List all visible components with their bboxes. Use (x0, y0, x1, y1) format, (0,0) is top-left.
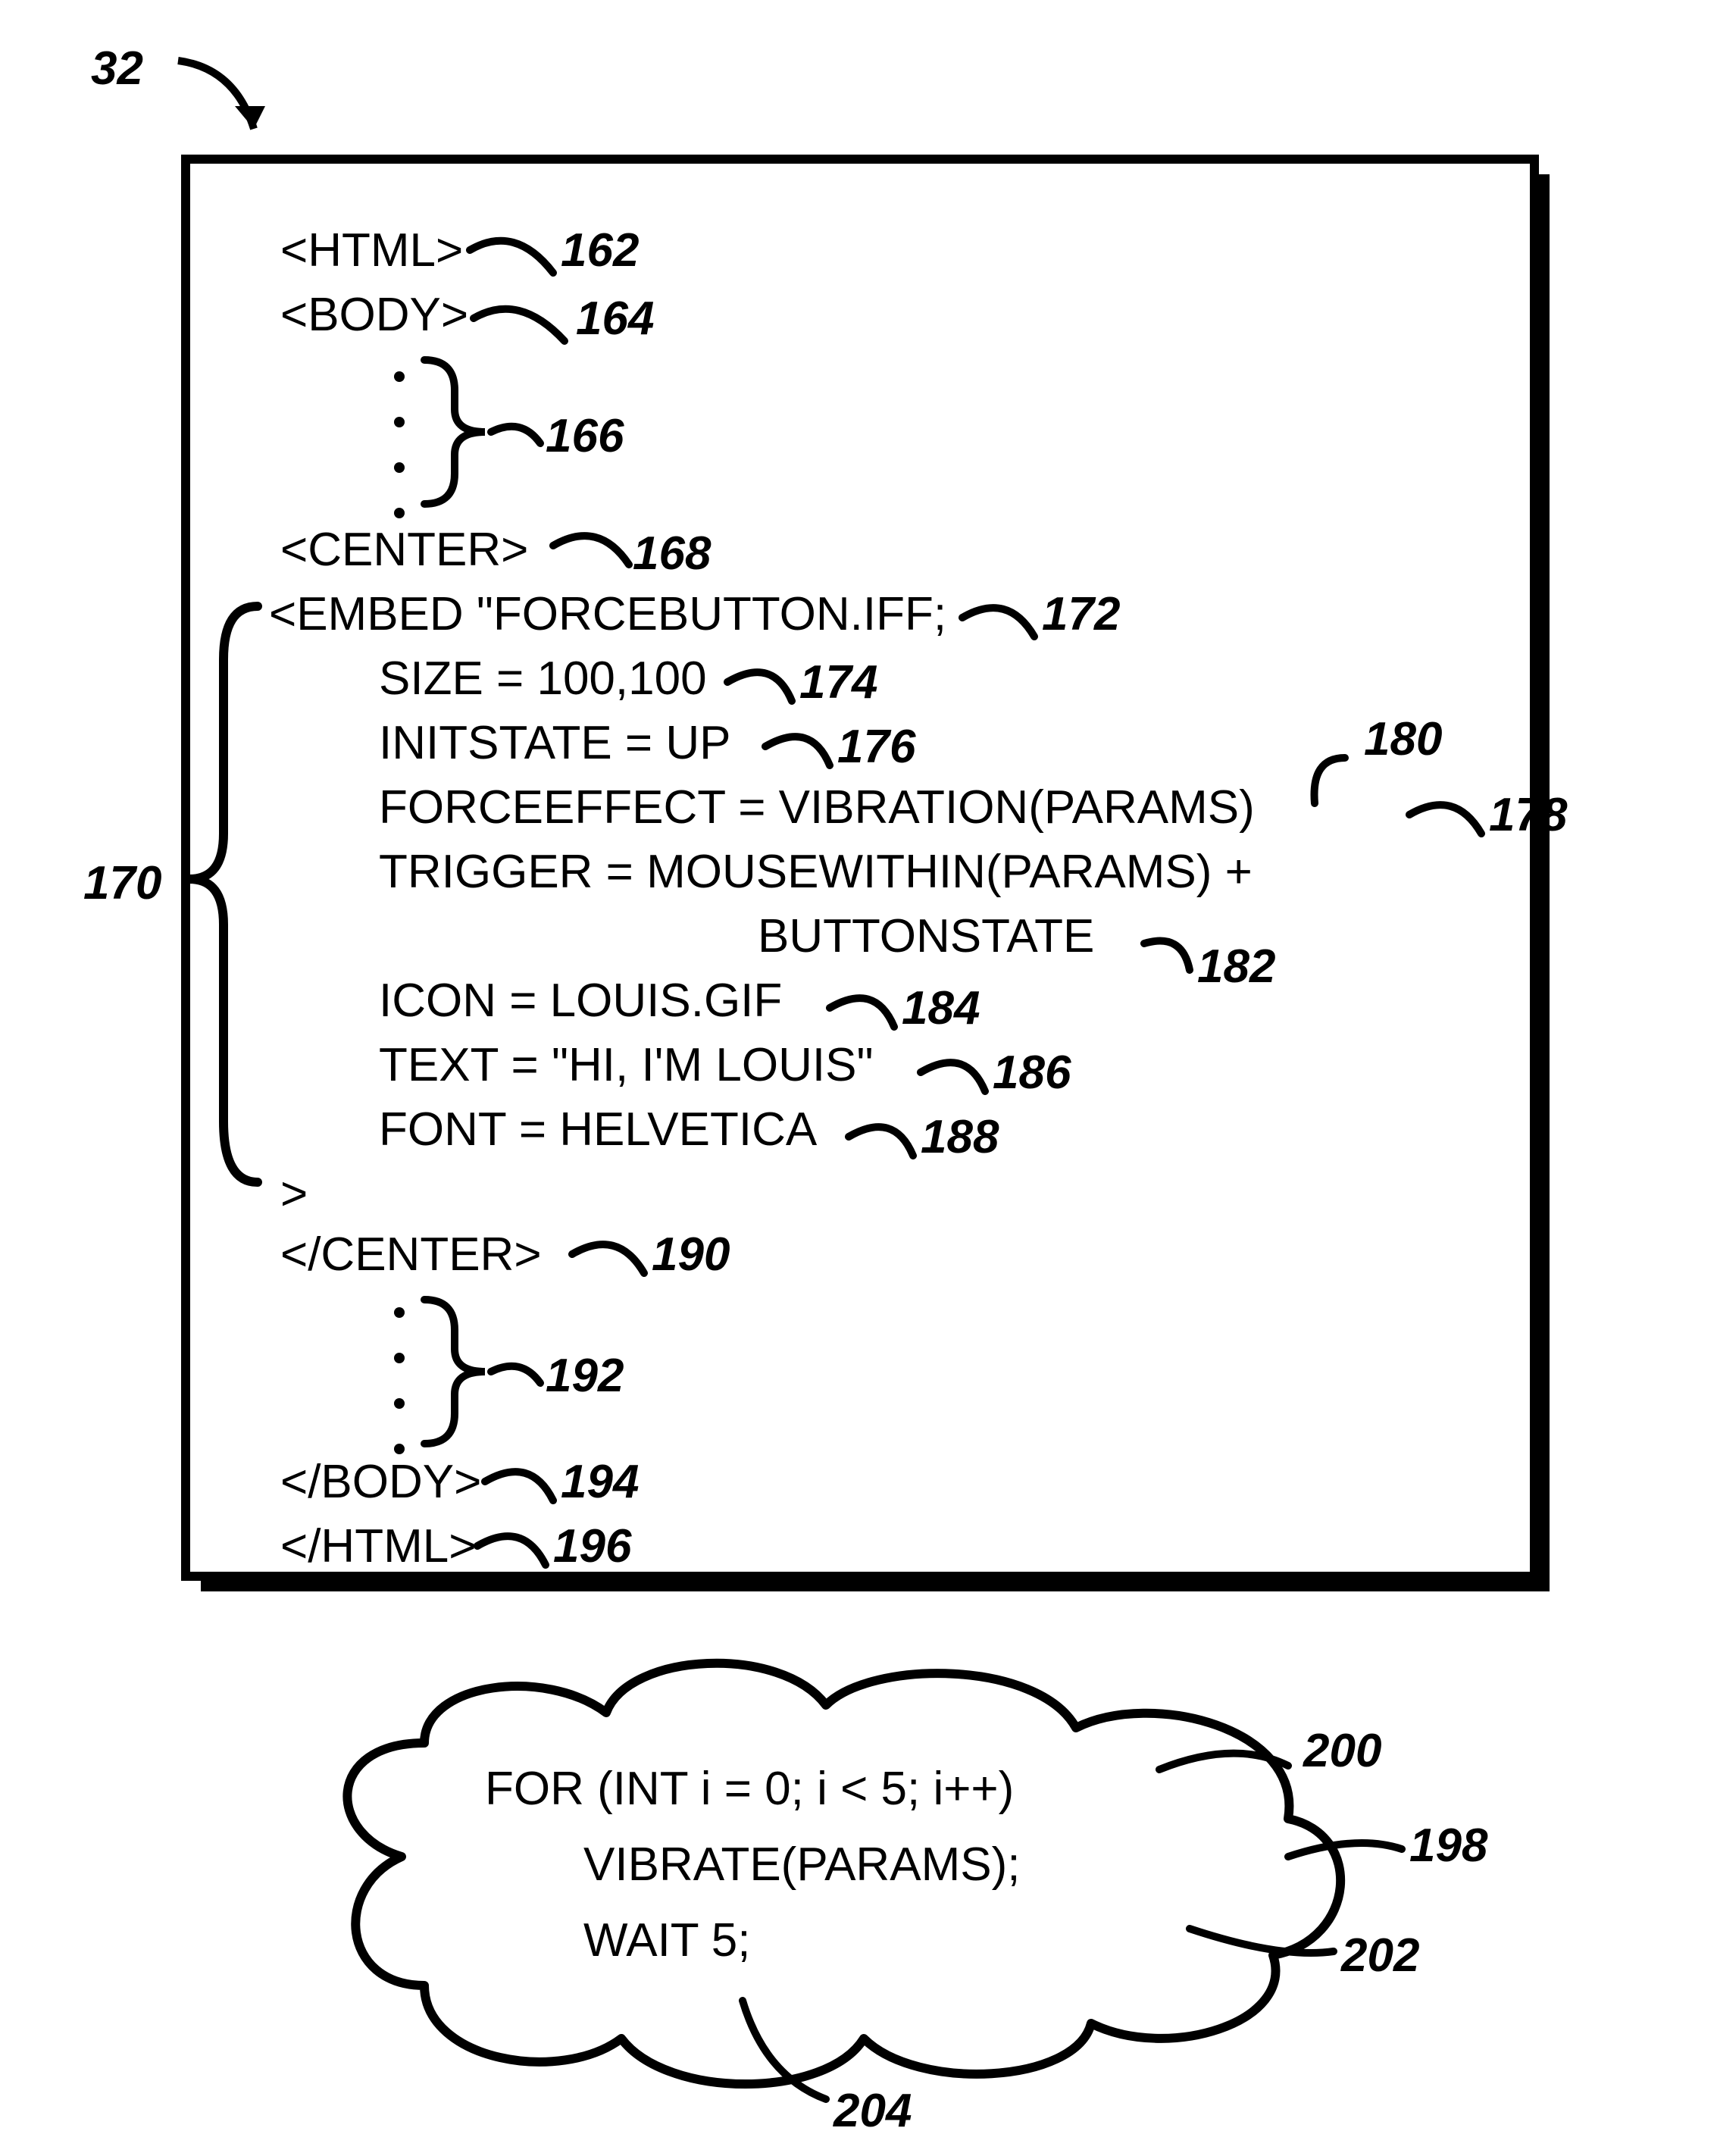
code-line-icon: ICON = LOUIS.GIF (379, 978, 782, 1025)
callout-198: 198 (1409, 1823, 1487, 1870)
ellipsis-dot (394, 371, 405, 382)
cloud-line-for: FOR (INT i = 0; i < 5; i++) (485, 1766, 1014, 1813)
callout-176: 176 (837, 724, 915, 771)
ellipsis-dot (394, 1444, 405, 1454)
code-line-close-body: </BODY> (280, 1459, 481, 1506)
callout-202: 202 (1341, 1932, 1419, 1979)
diagram-page: 32 <HTML> <BODY> <CENTER> <EMBED "FORCEB… (0, 0, 1717, 2156)
code-line-text: TEXT = "HI, I'M LOUIS" (379, 1042, 873, 1089)
callout-184: 184 (902, 985, 980, 1032)
code-line-close-center: </CENTER> (280, 1231, 542, 1278)
callout-164: 164 (576, 296, 654, 343)
code-line-size: SIZE = 100,100 (379, 656, 707, 702)
code-line-html: <HTML> (280, 227, 463, 274)
callout-172: 172 (1042, 591, 1120, 638)
code-line-forceeffect: FORCEEFFECT = VIBRATION(PARAMS) (379, 784, 1255, 831)
callout-180: 180 (1364, 716, 1442, 763)
callout-182: 182 (1197, 943, 1275, 990)
code-line-center: <CENTER> (280, 527, 528, 574)
callout-178: 178 (1489, 792, 1567, 839)
code-line-close-embed: > (280, 1171, 308, 1218)
callout-204: 204 (833, 2088, 912, 2135)
callout-194: 194 (561, 1459, 639, 1506)
callout-166: 166 (546, 413, 624, 460)
ellipsis-dot (394, 1398, 405, 1409)
callout-196: 196 (553, 1523, 631, 1570)
cloud-line-wait: WAIT 5; (583, 1917, 750, 1964)
cloud-line-vibrate: VIBRATE(PARAMS); (583, 1842, 1020, 1888)
fig-ref-curve (178, 61, 254, 129)
code-line-trigger-a: TRIGGER = MOUSEWITHIN(PARAMS) + (379, 849, 1253, 896)
ellipsis-dot (394, 1307, 405, 1318)
code-line-font: FONT = HELVETICA (379, 1106, 817, 1153)
code-line-initstate: INITSTATE = UP (379, 720, 731, 767)
callout-162: 162 (561, 227, 639, 274)
code-line-embed: <EMBED "FORCEBUTTON.IFF; (269, 591, 946, 638)
code-line-trigger-b: BUTTONSTATE (758, 913, 1094, 960)
callout-188: 188 (921, 1114, 999, 1161)
code-line-body: <BODY> (280, 292, 468, 339)
figure-ref-label: 32 (91, 45, 143, 92)
ellipsis-dot (394, 1353, 405, 1363)
ellipsis-dot (394, 462, 405, 473)
callout-170: 170 (83, 860, 161, 907)
callout-186: 186 (993, 1050, 1071, 1097)
callout-200: 200 (1303, 1728, 1381, 1775)
callout-190: 190 (652, 1231, 730, 1278)
code-line-close-html: </HTML> (280, 1523, 476, 1570)
callout-168: 168 (633, 530, 711, 577)
ellipsis-dot (394, 508, 405, 518)
ellipsis-dot (394, 417, 405, 427)
callout-192: 192 (546, 1353, 624, 1400)
callout-174: 174 (799, 659, 877, 706)
